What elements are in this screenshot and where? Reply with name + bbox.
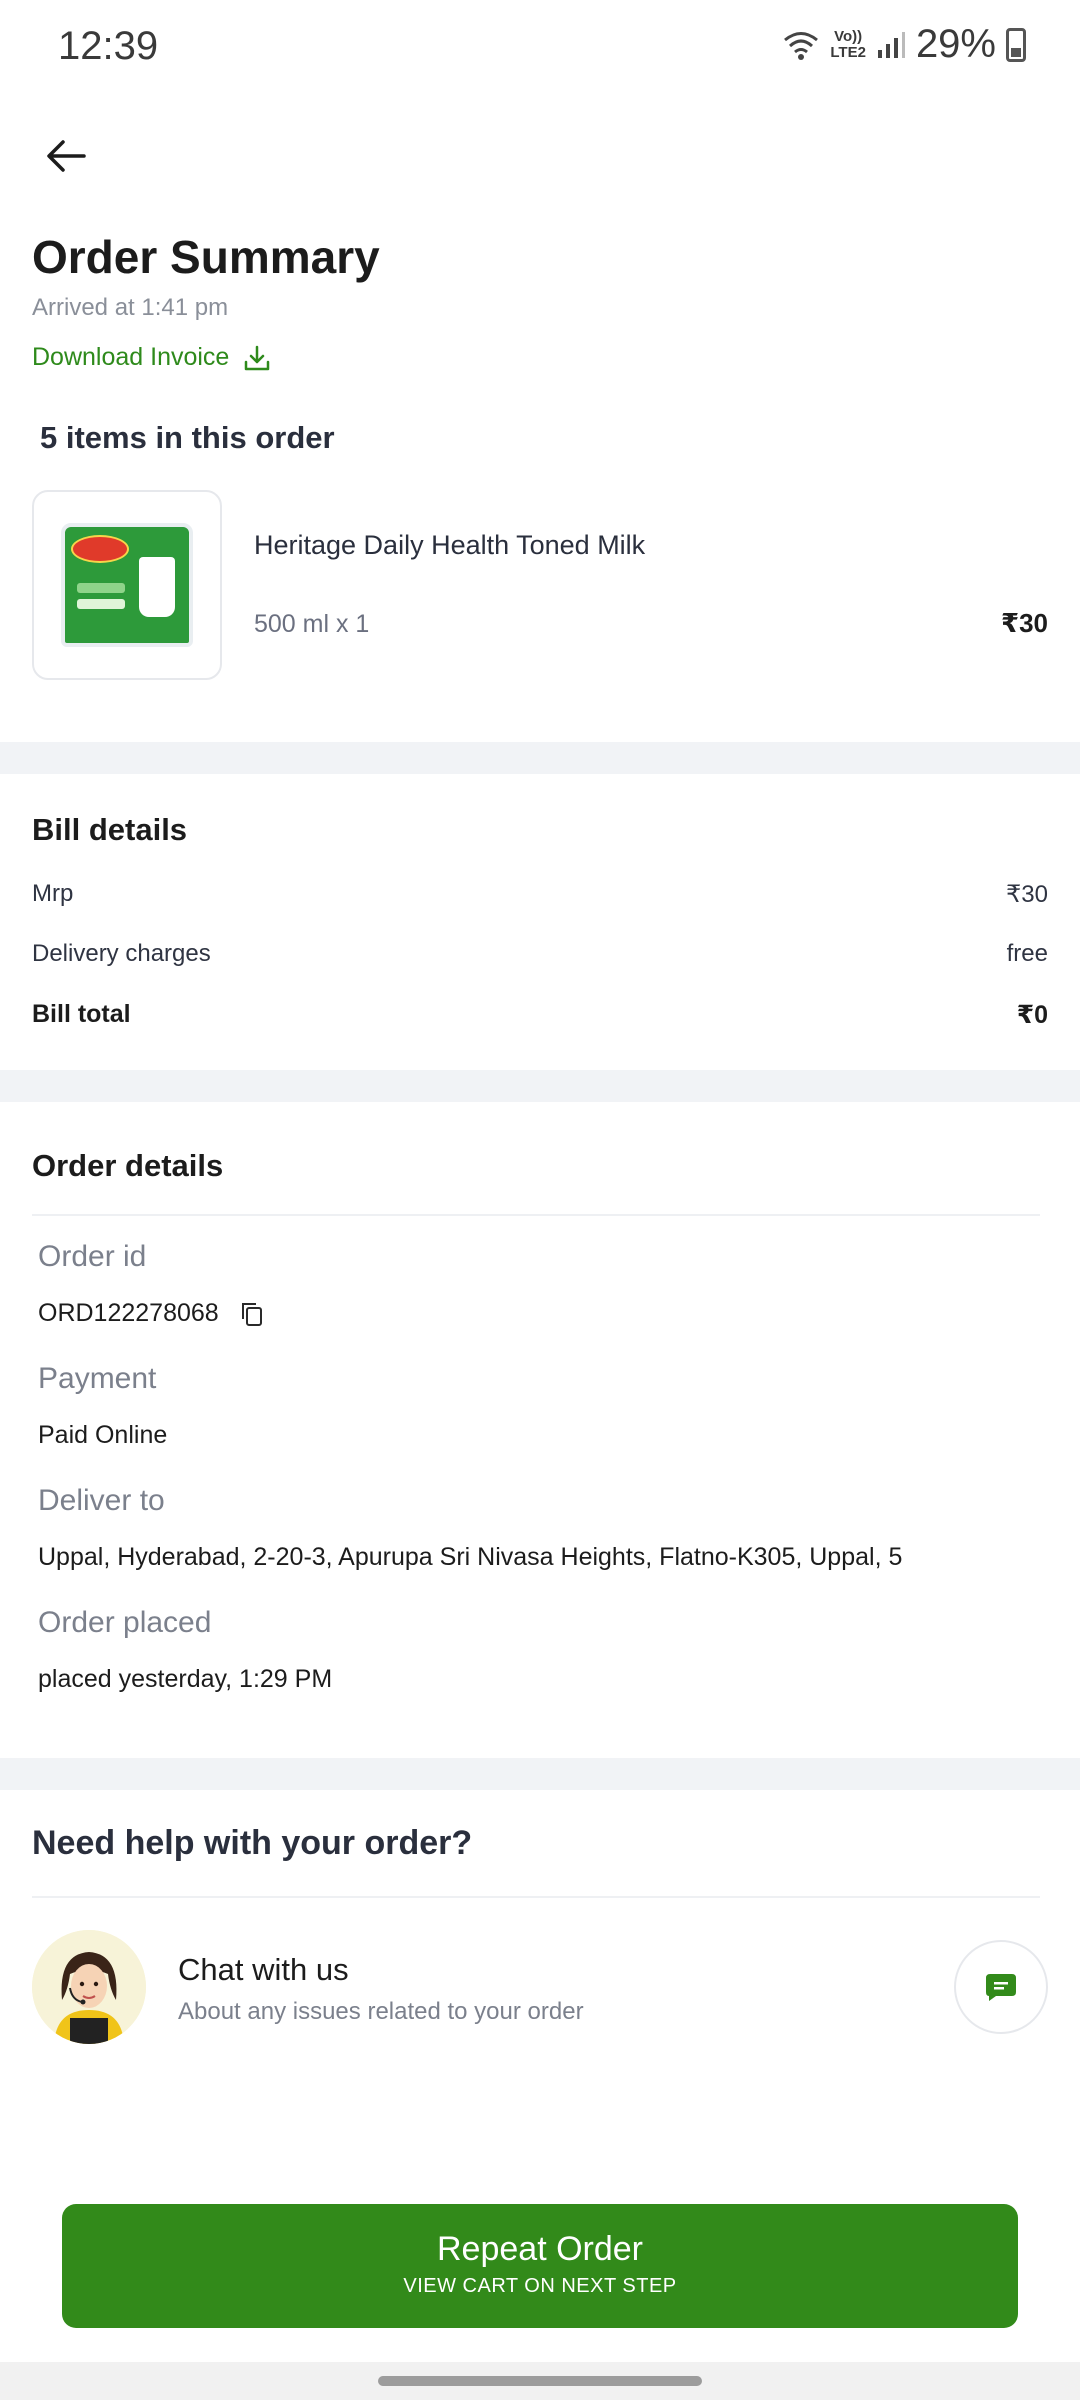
status-indicators: Vo)) LTE2 29% — [782, 22, 1026, 67]
order-id-value: ORD122278068 — [38, 1299, 219, 1327]
status-bar: 12:39 Vo)) LTE2 29% — [0, 0, 1080, 96]
wifi-icon — [784, 31, 819, 60]
help-title: Need help with your order? — [32, 1824, 473, 1862]
order-id-label: Order id — [38, 1240, 147, 1273]
payment-value: Paid Online — [38, 1421, 168, 1449]
order-id-row: ORD122278068 — [38, 1299, 264, 1328]
section-divider — [0, 1070, 1080, 1102]
download-invoice-link[interactable]: Download Invoice — [32, 343, 271, 372]
product-name: Heritage Daily Health Toned Milk — [254, 530, 646, 560]
support-agent-avatar — [32, 1930, 146, 2044]
download-icon — [245, 345, 270, 370]
product-image — [32, 490, 222, 680]
bill-row-delivery: Delivery charges free — [32, 940, 1048, 967]
order-placed-value: placed yesterday, 1:29 PM — [38, 1665, 333, 1693]
page-title: Order Summary — [32, 231, 380, 283]
milk-pack-graphic — [61, 523, 193, 647]
deliver-to-value: Uppal, Hyderabad, 2-20-3, Apurupa Sri Ni… — [38, 1543, 903, 1571]
signal-icon — [877, 31, 905, 58]
arrival-time: Arrived at 1:41 pm — [32, 294, 229, 321]
home-indicator[interactable] — [378, 2376, 702, 2386]
back-arrow-icon — [47, 140, 86, 172]
chat-button[interactable] — [954, 1940, 1048, 2034]
status-time: 12:39 — [58, 24, 159, 68]
battery-percent: 29% — [915, 22, 996, 66]
bill-row-total: Bill total ₹0 — [32, 1000, 1048, 1029]
chat-subtitle: About any issues related to your order — [178, 1998, 584, 2025]
divider — [32, 1214, 1040, 1216]
deliver-to-label: Deliver to — [38, 1484, 165, 1517]
download-invoice-label: Download Invoice — [32, 343, 230, 371]
order-details-title: Order details — [32, 1148, 224, 1183]
battery-icon — [1006, 27, 1026, 62]
divider — [32, 1896, 1040, 1898]
back-button[interactable] — [38, 128, 94, 184]
product-price: ₹30 — [1000, 608, 1048, 638]
bill-details-title: Bill details — [32, 812, 188, 847]
chat-bubble-icon — [986, 1974, 1016, 2001]
copy-icon[interactable] — [240, 1301, 264, 1327]
repeat-order-button[interactable]: Repeat Order VIEW CART ON NEXT STEP — [62, 2204, 1018, 2328]
section-divider — [0, 1758, 1080, 1790]
bill-row-mrp: Mrp ₹30 — [32, 880, 1048, 908]
order-placed-label: Order placed — [38, 1606, 212, 1639]
chat-title: Chat with us — [178, 1952, 349, 1987]
payment-label: Payment — [38, 1362, 157, 1395]
section-divider — [0, 742, 1080, 774]
repeat-order-label: Repeat Order — [437, 2230, 643, 2268]
items-count: 5 items in this order — [40, 420, 335, 455]
product-quantity: 500 ml x 1 — [254, 610, 370, 638]
network-type: Vo)) LTE2 — [830, 27, 866, 61]
repeat-order-sublabel: VIEW CART ON NEXT STEP — [403, 2275, 677, 2297]
